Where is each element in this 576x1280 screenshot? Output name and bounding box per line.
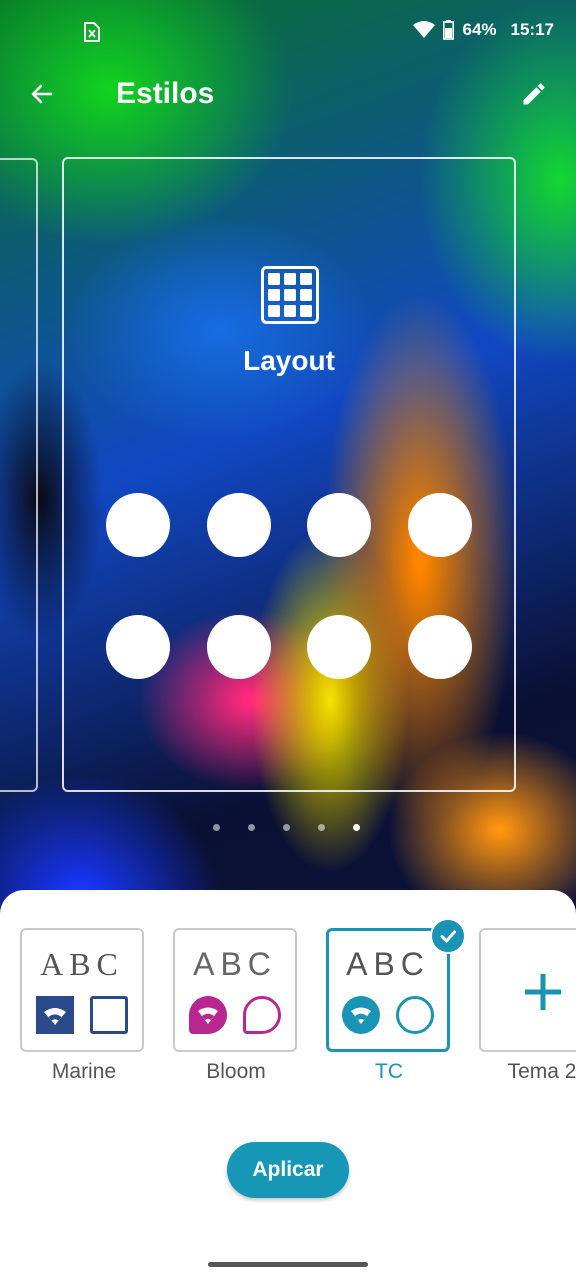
page-dot[interactable] [283, 824, 290, 831]
outlined-square-icon [90, 996, 128, 1034]
theme-font-sample: ABC [346, 946, 430, 982]
page-dot[interactable] [213, 824, 220, 831]
app-icons-row-1 [106, 493, 472, 557]
arrow-left-icon [31, 84, 53, 104]
app-icons-row-2 [106, 615, 472, 679]
battery-percent: 64% [462, 20, 497, 39]
gesture-nav-handle[interactable] [208, 1262, 368, 1267]
app-icon-placeholder [106, 615, 170, 679]
app-icon-placeholder [307, 615, 372, 679]
theme-font-sample: ABC [40, 946, 124, 982]
theme-card-tema-2[interactable] [479, 928, 576, 1052]
pencil-icon [523, 83, 545, 105]
theme-label-tc: TC [375, 1060, 403, 1083]
filled-circle-wifi-icon [342, 996, 380, 1034]
page-dot[interactable] [318, 824, 325, 831]
previous-preview-frame[interactable] [0, 158, 38, 792]
page-title: Estilos [116, 77, 215, 110]
status-bar: 64% 15:17 [0, 0, 576, 64]
no-sim-icon [84, 22, 100, 42]
outlined-petal-icon [243, 996, 281, 1034]
clock-time: 15:17 [510, 20, 554, 39]
app-bar: Estilos [0, 64, 576, 124]
plus-icon [525, 974, 561, 1010]
filled-petal-wifi-icon [189, 996, 227, 1034]
theme-label-marine: Marine [51, 1060, 117, 1083]
filled-square-wifi-icon [36, 996, 74, 1034]
layout-label: Layout [243, 345, 335, 376]
app-icon-placeholder [307, 493, 372, 557]
theme-picker-sheet: ABC Marine ABC Bloom ABC TC Tema 2 Aplic… [0, 890, 576, 1280]
back-button[interactable] [22, 76, 62, 112]
selected-check-icon [430, 918, 466, 954]
app-icon-placeholder [206, 493, 271, 557]
theme-card-tc[interactable]: ABC [326, 928, 450, 1052]
page-dot[interactable] [248, 824, 255, 831]
app-icon-placeholder [407, 493, 472, 557]
grid-icon [261, 266, 319, 324]
wifi-icon [413, 21, 436, 38]
theme-font-sample: ABC [193, 946, 277, 982]
page-indicator [213, 824, 360, 831]
battery-icon [443, 20, 455, 40]
app-icon-placeholder [206, 615, 271, 679]
apply-button[interactable]: Aplicar [227, 1142, 349, 1198]
outlined-circle-icon [396, 996, 434, 1034]
app-icon-placeholder [106, 493, 170, 557]
layout-preview-frame[interactable]: Layout [62, 157, 516, 792]
theme-card-bloom[interactable]: ABC [173, 928, 297, 1052]
theme-card-marine[interactable]: ABC [20, 928, 144, 1052]
edit-button[interactable] [516, 76, 552, 112]
app-icon-placeholder [407, 615, 472, 679]
page-dot-active[interactable] [353, 824, 360, 831]
theme-label-tema-2: Tema 2 [507, 1060, 576, 1083]
theme-label-bloom: Bloom [206, 1060, 266, 1083]
